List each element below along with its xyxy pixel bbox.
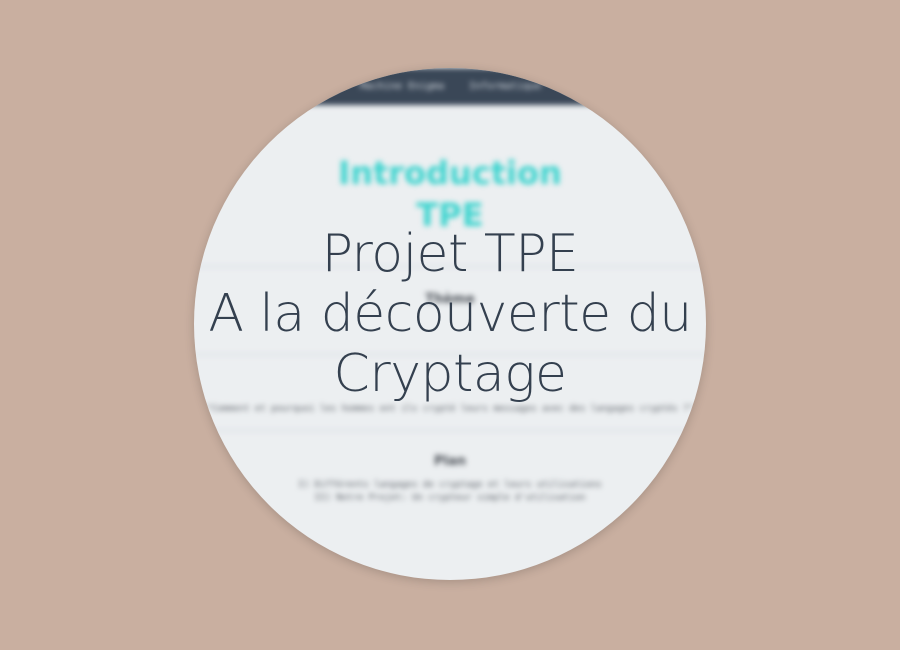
problematic-text: "Comment et pourquoi les hommes ont ils … <box>206 404 694 414</box>
nav-item-machine-enigma: Machine Enigma <box>360 81 445 92</box>
hero-title: Projet TPE A la découverte du Cryptage <box>194 224 706 404</box>
preview-navbar: Machine Enigma Informatique <box>194 68 706 105</box>
page-background: Machine Enigma Informatique Introduction… <box>0 0 900 650</box>
thumbnail-circle[interactable]: Machine Enigma Informatique Introduction… <box>194 68 706 580</box>
plan-item-1: I) Différents langages de cryptage et le… <box>298 480 602 490</box>
hero-title-line-1: Projet TPE <box>321 224 579 284</box>
hero-title-line-3: Cryptage <box>333 344 567 404</box>
plan-item-2: II) Notre Projet: Un crypteur simple d'u… <box>314 493 586 503</box>
section-heading-plan: Plan <box>433 454 466 469</box>
preview-title-line-1: Introduction <box>338 154 562 192</box>
hero-title-line-2: A la découverte du <box>208 284 692 344</box>
divider <box>194 430 706 431</box>
nav-item-informatique: Informatique <box>469 81 542 92</box>
